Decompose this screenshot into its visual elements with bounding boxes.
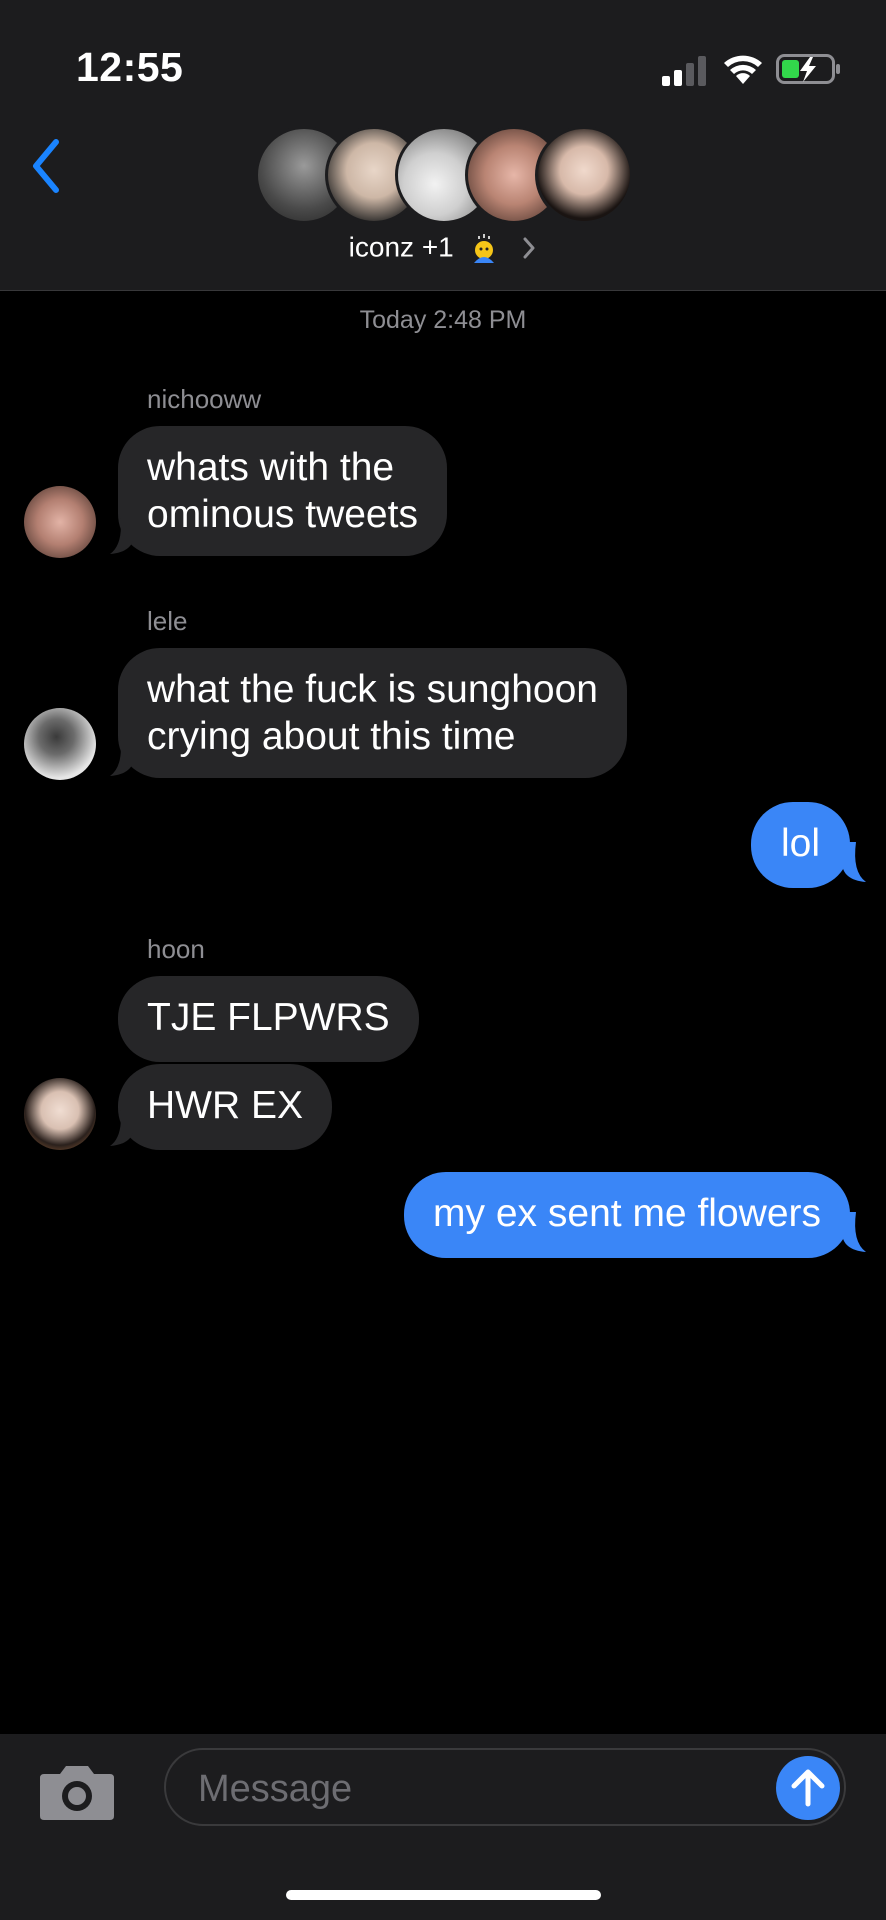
message-text: TJE FLPWRS bbox=[147, 996, 390, 1039]
arrow-up-icon bbox=[791, 1769, 825, 1807]
sender-name: hoon bbox=[147, 934, 205, 964]
back-chevron-icon[interactable] bbox=[28, 138, 64, 194]
message-line: whats with the bbox=[147, 446, 395, 489]
bubble-tail bbox=[110, 1106, 134, 1146]
battery-charging-icon bbox=[776, 54, 840, 84]
message-placeholder: Message bbox=[198, 1768, 353, 1810]
group-avatars[interactable] bbox=[255, 126, 635, 224]
bubble-tail bbox=[110, 736, 134, 776]
emoji-icon bbox=[473, 233, 494, 263]
bubble-tail bbox=[110, 514, 134, 554]
message-input[interactable]: Message bbox=[164, 1748, 846, 1826]
message-text: HWR EX bbox=[147, 1084, 303, 1127]
cellular-signal-icon bbox=[662, 56, 706, 86]
camera-icon[interactable] bbox=[38, 1762, 116, 1822]
message-line: what the fuck is sunghoon bbox=[147, 668, 598, 711]
message-text: my ex sent me flowers bbox=[433, 1192, 821, 1235]
sender-name: nichooww bbox=[147, 384, 262, 414]
received-bubble[interactable]: TJE FLPWRS bbox=[118, 976, 419, 1062]
status-time: 12:55 bbox=[76, 44, 184, 90]
bubble-tail bbox=[842, 842, 866, 882]
sent-bubble[interactable]: my ex sent me flowers bbox=[404, 1172, 850, 1258]
home-indicator bbox=[286, 1890, 601, 1900]
message-line: crying about this time bbox=[147, 715, 516, 758]
send-button[interactable] bbox=[776, 1756, 840, 1820]
group-title: iconz +1 bbox=[348, 231, 454, 263]
received-bubble[interactable]: HWR EX bbox=[118, 1064, 332, 1150]
avatar[interactable] bbox=[24, 708, 96, 780]
message-line: ominous tweets bbox=[147, 493, 418, 536]
conversation-header: 12:55 iconz +1 bbox=[0, 0, 886, 291]
member-avatar bbox=[535, 126, 633, 224]
received-bubble[interactable]: what the fuck is sunghoon crying about t… bbox=[118, 648, 627, 778]
avatar[interactable] bbox=[24, 1078, 96, 1150]
message-text: lol bbox=[780, 822, 820, 865]
chevron-right-icon bbox=[523, 237, 535, 259]
wifi-icon bbox=[724, 55, 762, 84]
sender-name: lele bbox=[147, 606, 188, 636]
conversation-timestamp: Today 2:48 PM bbox=[359, 306, 527, 334]
bubble-tail bbox=[842, 1212, 866, 1252]
avatar[interactable] bbox=[24, 486, 96, 558]
received-bubble[interactable]: whats with the ominous tweets bbox=[118, 426, 447, 556]
group-name-row[interactable]: iconz +1 bbox=[0, 230, 886, 264]
